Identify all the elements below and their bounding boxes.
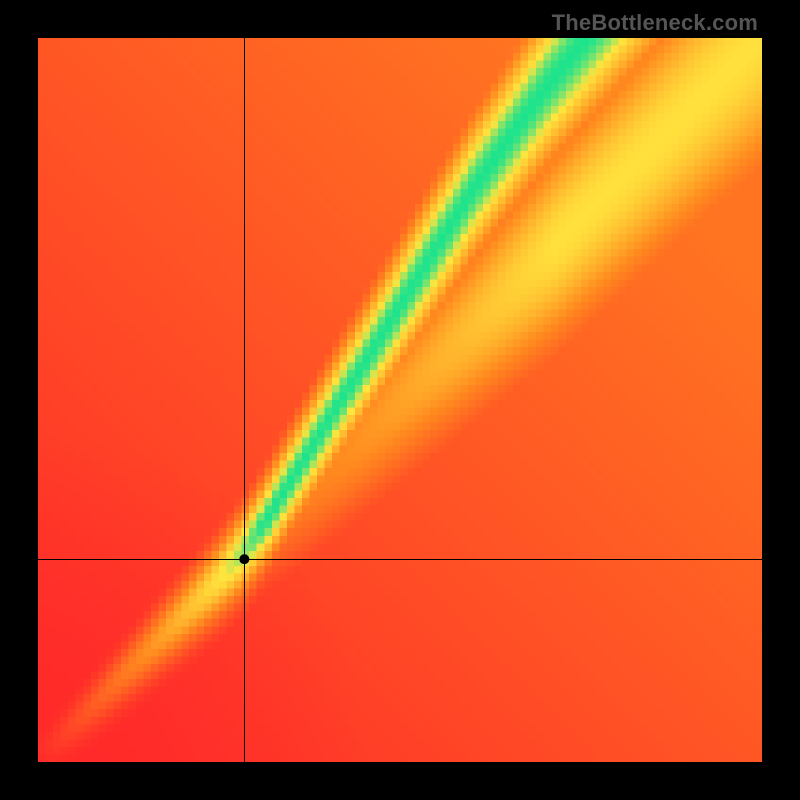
chart-frame: TheBottleneck.com [0,0,800,800]
plot-area [38,38,762,762]
watermark-label: TheBottleneck.com [552,10,758,36]
overlay-canvas [38,38,762,762]
